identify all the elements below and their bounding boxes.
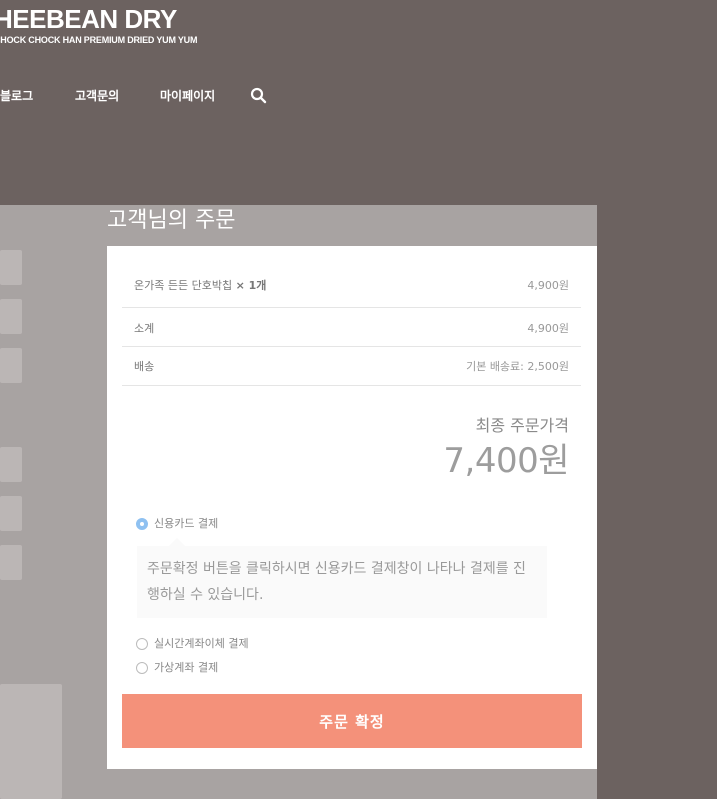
ghost-block <box>0 684 62 799</box>
nav-item-mypage[interactable]: 마이페이지 <box>160 86 215 106</box>
ghost-field <box>0 348 22 383</box>
subtotal-row: 소계 4,900원 <box>122 308 581 347</box>
nav-item-inquiry[interactable]: 고객문의 <box>75 86 119 106</box>
search-icon[interactable] <box>250 87 267 104</box>
ghost-field <box>0 250 22 285</box>
product-price: 4,900원 <box>527 279 569 292</box>
payment-option-bank-transfer[interactable]: 실시간계좌이체 결제 <box>136 635 249 651</box>
order-title: 고객님의 주문 <box>107 208 236 233</box>
payment-option-label: 가상계좌 결제 <box>154 661 219 674</box>
order-item-row: 온가족 든든 단호박칩 × 1개 4,900원 <box>122 264 581 308</box>
payment-option-label: 신용카드 결제 <box>154 517 219 530</box>
radio-selected-icon[interactable] <box>136 518 148 530</box>
confirm-order-button[interactable]: 주문 확정 <box>122 694 582 748</box>
logo-title: HEEBEAN DRY <box>0 4 177 34</box>
ghost-field <box>0 496 22 531</box>
subtotal-value: 4,900원 <box>527 322 569 335</box>
card-payment-description: 주문확정 버튼을 클릭하시면 신용카드 결제창이 나타나 결제를 진행하실 수 … <box>137 538 547 618</box>
nav-item-blog[interactable]: 블로그 <box>0 86 33 106</box>
product-name: 온가족 든든 단호박칩 <box>134 279 233 292</box>
radio-icon[interactable] <box>136 638 148 650</box>
payment-option-card[interactable]: 신용카드 결제 <box>136 515 218 531</box>
payment-option-label: 실시간계좌이체 결제 <box>154 637 249 650</box>
subtotal-label: 소계 <box>134 322 155 335</box>
ghost-field <box>0 545 22 580</box>
shipping-row: 배송 기본 배송료: 2,500원 <box>122 347 581 386</box>
shipping-value: 기본 배송료: 2,500원 <box>466 360 569 373</box>
order-item-name: 온가족 든든 단호박칩 × 1개 <box>134 277 266 293</box>
ghost-field <box>0 447 22 482</box>
site-logo[interactable]: HEEBEAN DRY CHOCK CHOCK HAN PREMIUM DRIE… <box>0 4 197 45</box>
shipping-label: 배송 <box>134 360 155 373</box>
total-value: 7,400원 <box>443 441 569 481</box>
product-qty: × 1개 <box>235 279 267 292</box>
logo-tagline: CHOCK CHOCK HAN PREMIUM DRIED YUM YUM <box>0 35 198 45</box>
order-panel: 온가족 든든 단호박칩 × 1개 4,900원 소계 4,900원 배송 기본 … <box>107 246 597 769</box>
payment-option-virtual-account[interactable]: 가상계좌 결제 <box>136 659 218 675</box>
radio-icon[interactable] <box>136 662 148 674</box>
ghost-field <box>0 299 22 334</box>
